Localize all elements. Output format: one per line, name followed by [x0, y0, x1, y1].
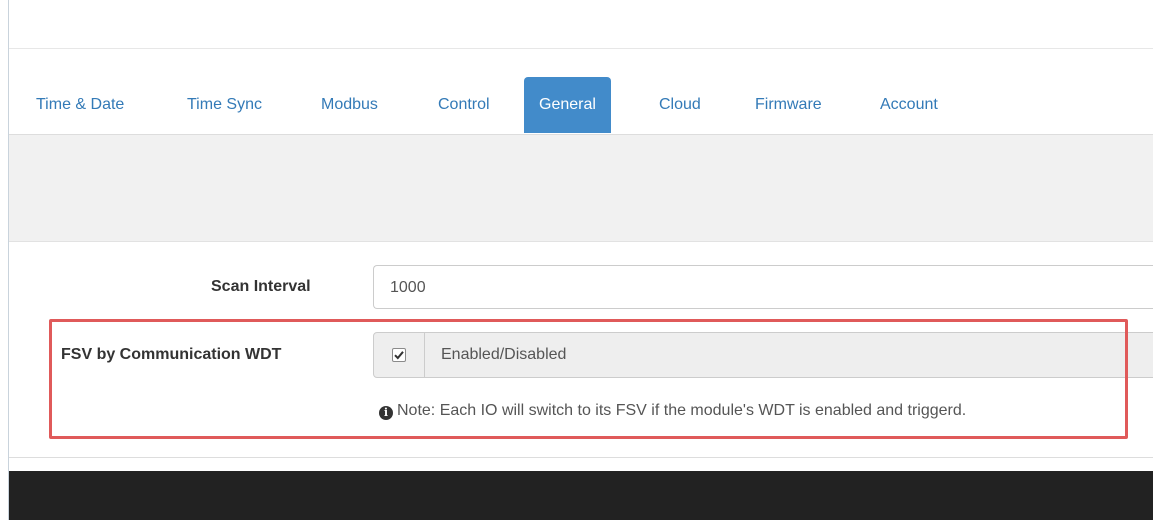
- fsv-wdt-input-group: Enabled/Disabled: [373, 332, 1153, 378]
- info-circle-icon: i: [379, 406, 393, 420]
- settings-tabs: Time & Date Time Sync Modbus Control Gen…: [9, 49, 1153, 135]
- tab-firmware[interactable]: Firmware: [740, 77, 837, 133]
- wdt-note-text: Note: Each IO will switch to its FSV if …: [397, 402, 967, 419]
- scan-interval-label: Scan Interval: [211, 278, 311, 295]
- settings-page: Time & Date Time Sync Modbus Control Gen…: [8, 0, 1153, 520]
- panel-header: [9, 135, 1153, 242]
- bottom-divider: [9, 457, 1153, 458]
- tab-general[interactable]: General: [524, 77, 611, 133]
- check-icon: [394, 351, 404, 360]
- tab-modbus[interactable]: Modbus: [306, 77, 393, 133]
- checkbox-addon: [373, 332, 425, 378]
- tab-time-sync[interactable]: Time Sync: [172, 77, 277, 133]
- scan-interval-input[interactable]: 1000: [373, 265, 1153, 309]
- fsv-wdt-checkbox[interactable]: [392, 348, 406, 362]
- page-footer: [9, 471, 1153, 520]
- tab-time-date[interactable]: Time & Date: [21, 77, 139, 133]
- tab-account[interactable]: Account: [865, 77, 953, 133]
- tab-control[interactable]: Control: [423, 77, 505, 133]
- tab-cloud[interactable]: Cloud: [644, 77, 716, 133]
- top-bar: [9, 0, 1153, 49]
- wdt-note: i Note: Each IO will switch to its FSV if…: [379, 402, 966, 420]
- fsv-wdt-label: FSV by Communication WDT: [61, 346, 282, 363]
- fsv-wdt-status-field: Enabled/Disabled: [424, 332, 1153, 378]
